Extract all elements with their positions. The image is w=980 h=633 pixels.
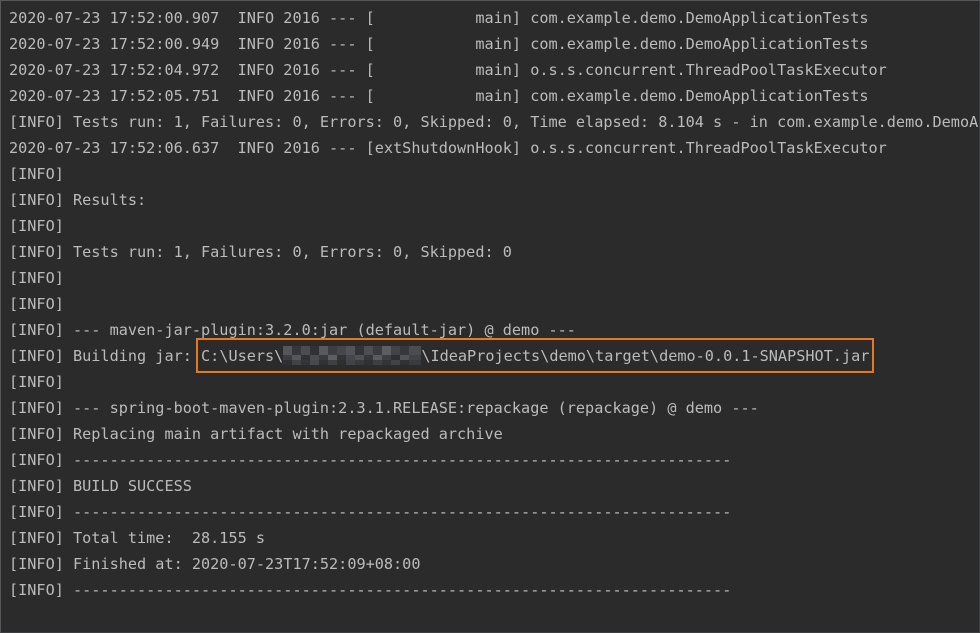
log-line: [INFO] Tests run: 1, Failures: 0, Errors… <box>9 243 512 261</box>
log-line: [INFO] <box>9 217 74 235</box>
log-line-building-jar: [INFO] Building jar: C:\Users\ \IdeaProje… <box>1 338 979 373</box>
log-line: [INFO] ---------------------------------… <box>9 503 732 521</box>
log-line: 2020-07-23 17:52:00.907 INFO 2016 --- [ … <box>9 9 869 27</box>
log-line: 2020-07-23 17:52:05.751 INFO 2016 --- [ … <box>9 87 869 105</box>
log-line: [INFO] Total time: 28.155 s <box>9 529 266 547</box>
log-line: [INFO] Replacing main artifact with repa… <box>9 425 503 443</box>
log-line: [INFO] Finished at: 2020-07-23T17:52:09+… <box>9 555 421 573</box>
log-line: [INFO] <box>9 165 74 183</box>
log-line: [INFO] BUILD SUCCESS <box>9 477 192 495</box>
log-line: 2020-07-23 17:52:04.972 INFO 2016 --- [ … <box>9 61 887 79</box>
redacted-username-blur <box>283 346 422 365</box>
log-line: 2020-07-23 17:52:06.637 INFO 2016 --- [e… <box>9 139 887 157</box>
log-line: [INFO] Results: <box>9 191 147 209</box>
log-line: [INFO] ---------------------------------… <box>9 451 732 469</box>
console-output-panel[interactable]: 2020-07-23 17:52:00.907 INFO 2016 --- [ … <box>0 0 980 633</box>
log-line: [INFO] <box>9 269 74 287</box>
log-line: 2020-07-23 17:52:00.949 INFO 2016 --- [ … <box>9 35 869 53</box>
building-jar-prefix: [INFO] Building jar: <box>9 347 202 365</box>
log-line: [INFO] --- spring-boot-maven-plugin:2.3.… <box>9 399 759 417</box>
log-line: [INFO] Tests run: 1, Failures: 0, Errors… <box>9 113 979 131</box>
jar-path-prefix: C:\Users\ <box>201 347 284 365</box>
jar-path-highlight[interactable]: C:\Users\ \IdeaProjects\demo\target\demo-… <box>196 338 875 373</box>
log-line: [INFO] ---------------------------------… <box>9 581 732 599</box>
jar-path-suffix: \IdeaProjects\demo\target\demo-0.0.1-SNA… <box>421 347 870 365</box>
log-line: [INFO] --- maven-jar-plugin:3.2.0:jar (d… <box>9 321 576 339</box>
log-line: [INFO] <box>9 373 74 391</box>
log-line: [INFO] <box>9 295 74 313</box>
